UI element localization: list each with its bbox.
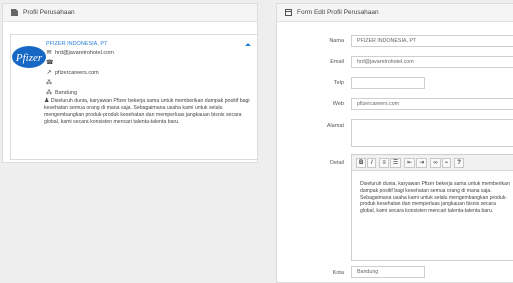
- label-email: Email: [330, 59, 344, 65]
- edit-panel-title: Form Edit Profil Perusahaan: [297, 8, 379, 16]
- description-line: ♟ Diseluruh dunia, karyawan Pfizer beker…: [44, 98, 254, 126]
- file-icon: [11, 9, 18, 16]
- address-line: ⁂: [46, 79, 55, 86]
- email-text: hrd@javaretrohotel.com: [55, 49, 114, 56]
- description-text: Diseluruh dunia, karyawan Pfizer bekerja…: [44, 98, 250, 125]
- email-input[interactable]: hrd@javaretrohotel.com: [351, 56, 513, 68]
- company-card: Pfizer PFIZER INDONESIA, PT ✉ hrd@javare…: [10, 34, 258, 160]
- nama-input[interactable]: PFIZER INDONESIA, PT: [351, 35, 513, 47]
- chevron-up-icon[interactable]: [245, 40, 251, 46]
- italic-button[interactable]: I: [367, 157, 377, 168]
- website-text: pfizercareers.com: [55, 69, 99, 76]
- profile-panel-title: Profil Perusahaan: [23, 8, 75, 16]
- label-nama: Nama: [329, 38, 344, 44]
- unordered-list-icon[interactable]: ☰: [389, 157, 402, 168]
- editor-toolbar: B I ≡ ☰ ⇤ ⇥ ∞ ⌁ ?: [352, 155, 513, 171]
- road-icon: ⁂: [46, 80, 52, 86]
- city-line: ⁂ Bandung: [46, 89, 78, 97]
- web-input[interactable]: pfizercareers.com: [351, 98, 513, 110]
- phone-icon: ☎: [46, 60, 54, 66]
- detail-editor-text[interactable]: Diseluruh dunia, karyawan Pfizer bekerja…: [360, 181, 510, 215]
- table-icon: [285, 9, 292, 16]
- kota-input[interactable]: Bandung: [351, 266, 425, 278]
- outdent-icon[interactable]: ⇤: [404, 157, 416, 168]
- detail-editor[interactable]: B I ≡ ☰ ⇤ ⇥ ∞ ⌁ ? Diseluruh dunia, karya…: [351, 154, 513, 261]
- help-button[interactable]: ?: [454, 157, 464, 168]
- ordered-list-icon[interactable]: ≡: [379, 157, 389, 168]
- label-web: Web: [332, 101, 344, 107]
- website-line: ↗ pfizercareers.com: [46, 69, 99, 77]
- bold-button[interactable]: B: [356, 157, 367, 168]
- company-logo: Pfizer: [12, 46, 46, 68]
- label-alamat: Alamat: [326, 123, 344, 129]
- profile-panel-header: Profil Perusahaan: [3, 4, 257, 22]
- alamat-textarea[interactable]: [351, 119, 513, 147]
- company-name-link[interactable]: PFIZER INDONESIA, PT: [46, 41, 107, 47]
- edit-panel-header: Form Edit Profil Perusahaan: [277, 4, 513, 22]
- city-text: Bandung: [55, 89, 78, 96]
- telp-input[interactable]: [351, 77, 425, 89]
- link-icon[interactable]: ∞: [430, 157, 441, 168]
- svg-text:Pfizer: Pfizer: [15, 52, 43, 64]
- user-icon: ♟: [44, 98, 50, 104]
- city-icon: ⁂: [46, 90, 52, 96]
- email-line: ✉ hrd@javaretrohotel.com: [46, 49, 114, 57]
- envelope-icon: ✉: [46, 50, 52, 56]
- label-telp: Telp: [333, 80, 344, 86]
- phone-line: ☎: [46, 59, 55, 66]
- unlink-icon[interactable]: ⌁: [441, 157, 452, 168]
- edit-profile-panel: Form Edit Profil Perusahaan Nama PFIZER …: [276, 3, 513, 283]
- indent-icon[interactable]: ⇥: [416, 157, 428, 168]
- label-detail: Detail: [329, 160, 344, 166]
- label-kota: Kota: [332, 270, 344, 276]
- external-link-icon: ↗: [46, 70, 52, 76]
